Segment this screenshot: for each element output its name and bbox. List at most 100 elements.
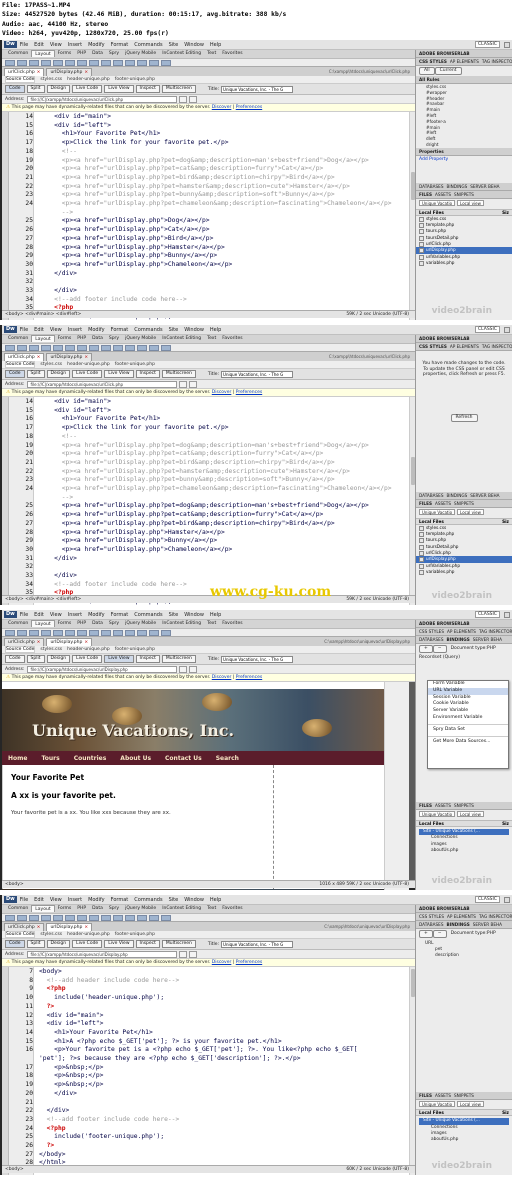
livecode-view-button[interactable]: Live Code: [72, 940, 103, 948]
menu-format[interactable]: Format: [111, 327, 129, 333]
insert-tab-data[interactable]: Data: [89, 620, 106, 627]
discover-link[interactable]: Discover: [212, 675, 232, 680]
css-panel-tab[interactable]: AP ELEMENTS: [447, 629, 476, 634]
related-file[interactable]: header-unique.php: [67, 77, 110, 82]
insert-object-icon[interactable]: [113, 344, 123, 351]
menu-item-server-variable[interactable]: Server Variable: [428, 708, 508, 715]
insert-tab-incontext-editing[interactable]: InContext Editing: [159, 335, 204, 342]
menu-edit[interactable]: Edit: [34, 897, 44, 903]
insert-tab-text[interactable]: Text: [204, 905, 219, 912]
insert-object-icon[interactable]: [101, 59, 111, 66]
css-panel-tab[interactable]: CSS STYLES: [419, 629, 444, 634]
files-panel-tab[interactable]: SNIPPETS: [454, 501, 474, 506]
code-view-button[interactable]: Code: [5, 85, 25, 93]
refresh-button[interactable]: Refresh: [450, 414, 478, 422]
menu-window[interactable]: Window: [184, 612, 204, 618]
insert-object-icon[interactable]: [137, 914, 147, 921]
insert-tab-common[interactable]: Common: [5, 620, 31, 627]
close-icon[interactable]: ×: [37, 355, 41, 360]
multiscreen-view-button[interactable]: Multiscreen: [161, 940, 196, 948]
css-panel-tab[interactable]: CSS STYLES: [419, 59, 447, 64]
insert-tab-layout[interactable]: Layout: [31, 620, 55, 627]
insert-tab-jquery-mobile[interactable]: jQuery Mobile: [122, 905, 159, 912]
insert-object-icon[interactable]: [41, 344, 51, 351]
split-view-button[interactable]: Split: [26, 85, 45, 93]
insert-object-icon[interactable]: [65, 344, 75, 351]
nav-link-home[interactable]: Home: [8, 755, 27, 762]
livecode-view-button[interactable]: Live Code: [72, 370, 103, 378]
insert-object-icon[interactable]: [125, 629, 135, 636]
databases-panel-tab[interactable]: DATABASES: [419, 184, 444, 189]
close-button[interactable]: [504, 42, 510, 48]
insert-tab-data[interactable]: Data: [89, 335, 106, 342]
menu-item-environment-variable[interactable]: Environment Variable: [428, 715, 508, 722]
document-tab[interactable]: urlClick.php ×: [4, 353, 45, 361]
files-panel-tab[interactable]: FILES: [419, 803, 432, 808]
close-button[interactable]: [504, 612, 510, 618]
liveview-view-button[interactable]: Live View: [104, 85, 134, 93]
insert-object-icon[interactable]: [53, 59, 63, 66]
remove-binding-button[interactable]: −: [432, 645, 447, 653]
insert-tab-text[interactable]: Text: [204, 335, 219, 342]
related-file[interactable]: Source Code: [5, 361, 36, 368]
document-tab[interactable]: urlClick.php ×: [4, 638, 45, 646]
remove-binding-button[interactable]: −: [432, 930, 447, 938]
insert-object-icon[interactable]: [53, 344, 63, 351]
menu-insert[interactable]: Insert: [68, 42, 82, 48]
menu-insert[interactable]: Insert: [68, 327, 82, 333]
current-mode-button[interactable]: Current: [434, 67, 462, 75]
insert-object-icon[interactable]: [77, 59, 87, 66]
insert-object-icon[interactable]: [125, 59, 135, 66]
insert-tab-php[interactable]: PHP: [74, 50, 89, 57]
address-input[interactable]: file:///C|/xampp/htdocs/uniquevac/urlDis…: [27, 950, 178, 958]
file-row[interactable]: variables.php: [416, 260, 512, 266]
insert-object-icon[interactable]: [41, 629, 51, 636]
insert-tab-common[interactable]: Common: [5, 335, 31, 342]
split-view-button[interactable]: Split: [26, 370, 45, 378]
liveview-view-button[interactable]: Live View: [104, 370, 134, 378]
insert-object-icon[interactable]: [53, 629, 63, 636]
insert-object-icon[interactable]: [101, 629, 111, 636]
menu-commands[interactable]: Commands: [134, 612, 162, 618]
files-panel-tab[interactable]: ASSETS: [435, 1093, 451, 1098]
workspace-switcher[interactable]: CLASSIC: [474, 611, 500, 618]
menu-help[interactable]: Help: [210, 897, 221, 903]
multiscreen-view-button[interactable]: Multiscreen: [161, 655, 196, 663]
menu-site[interactable]: Site: [169, 897, 179, 903]
discover-link[interactable]: Discover: [212, 960, 232, 965]
insert-object-icon[interactable]: [137, 629, 147, 636]
css-panel-tab[interactable]: AP ELEMENTS: [450, 59, 479, 64]
menu-modify[interactable]: Modify: [88, 327, 105, 333]
files-panel-tab[interactable]: ASSETS: [435, 803, 451, 808]
menu-file[interactable]: File: [20, 897, 28, 903]
menu-commands[interactable]: Commands: [134, 897, 162, 903]
databases-panel-tab[interactable]: SERVER BEHA: [473, 922, 502, 927]
databases-panel-tab[interactable]: DATABASES: [419, 637, 444, 642]
nav-link-search[interactable]: Search: [216, 755, 239, 762]
css-panel-tab[interactable]: TAG INSPECTOR: [482, 59, 512, 64]
menu-file[interactable]: File: [20, 612, 28, 618]
address-input[interactable]: file:///C|/xampp/htdocs/uniquevac/urlCli…: [27, 380, 178, 388]
tag-selector[interactable]: <body> <div#main> <div#left>: [5, 312, 81, 317]
menu-item-url-variable[interactable]: URL Variable: [428, 687, 508, 695]
insert-object-icon[interactable]: [125, 914, 135, 921]
menu-view[interactable]: View: [50, 327, 62, 333]
insert-object-icon[interactable]: [101, 344, 111, 351]
insert-tab-spry[interactable]: Spry: [106, 50, 122, 57]
discover-link[interactable]: Discover: [212, 390, 232, 395]
tag-selector[interactable]: <body>: [5, 882, 24, 887]
insert-object-icon[interactable]: [101, 914, 111, 921]
insert-tab-layout[interactable]: Layout: [31, 50, 55, 57]
menu-window[interactable]: Window: [184, 42, 204, 48]
close-button[interactable]: [504, 897, 510, 903]
insert-object-icon[interactable]: [113, 59, 123, 66]
insert-tab-text[interactable]: Text: [204, 620, 219, 627]
design-view[interactable]: Unique Vacations, Inc. Home Tours Countries…: [2, 682, 409, 890]
site-select[interactable]: Unique Vacatio: [419, 1100, 456, 1107]
inspect-view-button[interactable]: Inspect: [135, 940, 160, 948]
related-file[interactable]: header-unique.php: [67, 647, 110, 652]
insert-tab-layout[interactable]: Layout: [31, 905, 55, 912]
files-panel-tab[interactable]: ASSETS: [435, 192, 451, 197]
insert-object-icon[interactable]: [113, 629, 123, 636]
menu-item-form-variable[interactable]: Form Variable: [428, 681, 508, 688]
